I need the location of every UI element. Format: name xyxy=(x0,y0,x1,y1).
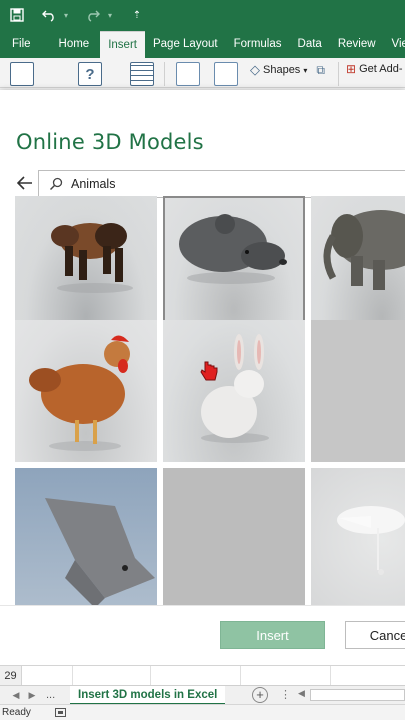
chevron-down-icon: ▾ xyxy=(303,65,308,75)
search-box[interactable] xyxy=(38,170,405,198)
model-tile-flamingo[interactable] xyxy=(311,468,405,605)
sheet-tab-bar: ◀ ▶ ... Insert 3D models in Excel + ⋮ ◀ xyxy=(0,685,405,705)
online-pictures-icon xyxy=(214,62,238,86)
ribbon-body: ? ◇ Shapes ▾ ⧉ ⊞ Get Add- xyxy=(0,58,405,88)
scroll-left-icon[interactable]: ◀ xyxy=(8,690,24,701)
sheet-tab-active[interactable]: Insert 3D models in Excel xyxy=(70,686,226,705)
table-button[interactable] xyxy=(130,62,154,86)
model-tile-rabbit[interactable] xyxy=(163,320,305,462)
tab-page-layout[interactable]: Page Layout xyxy=(145,30,226,58)
recommended-pivot-icon: ? xyxy=(78,62,102,86)
store-icon: ⊞ xyxy=(346,62,357,76)
insert-button[interactable]: Insert xyxy=(220,621,325,649)
pivot-table-button[interactable] xyxy=(10,62,34,86)
recommended-pivot-button[interactable]: ? xyxy=(78,62,102,86)
model-tile-elephant[interactable] xyxy=(311,196,405,338)
tab-review[interactable]: Review xyxy=(330,30,384,58)
dialog-title: Online 3D Models xyxy=(16,130,204,154)
chicken-model xyxy=(29,335,130,451)
shapes-icon: ◇ xyxy=(250,62,260,77)
pictures-icon xyxy=(176,62,200,86)
model-tile-loading[interactable] xyxy=(311,320,405,462)
add-sheet-icon[interactable]: + xyxy=(252,687,268,703)
sheet-grid[interactable]: 29 xyxy=(0,665,405,685)
pictures-button[interactable] xyxy=(176,62,200,86)
get-addins-label: Get Add- xyxy=(359,63,403,75)
excel-window: ▾ ▾ ⇡ File Home Insert Page Layout Formu… xyxy=(0,0,405,720)
macro-record-icon[interactable] xyxy=(54,708,66,717)
shapes-button[interactable]: ◇ Shapes ▾ ⧉ xyxy=(250,62,325,78)
tab-home[interactable]: Home xyxy=(51,30,101,58)
model-tile-chicken[interactable] xyxy=(15,320,157,462)
hand-cursor-icon xyxy=(200,361,218,381)
online-pictures-button[interactable] xyxy=(214,62,238,86)
ribbon-tabs: File Home Insert Page Layout Formulas Da… xyxy=(0,30,405,58)
shapes-label: Shapes xyxy=(263,64,301,76)
model-tile-bear[interactable] xyxy=(15,196,157,338)
tab-formulas[interactable]: Formulas xyxy=(226,30,290,58)
back-arrow-icon xyxy=(17,176,32,190)
model-tile-loading[interactable] xyxy=(163,468,305,605)
chevron-down-icon[interactable]: ▾ xyxy=(62,6,70,24)
undo-icon[interactable] xyxy=(40,6,58,24)
status-bar: Ready xyxy=(0,704,405,720)
search-input[interactable] xyxy=(71,177,371,191)
tab-file[interactable]: File xyxy=(0,30,51,58)
bat-model xyxy=(45,498,155,605)
model-tile-mouse[interactable] xyxy=(163,196,305,338)
get-addins-button[interactable]: ⊞ Get Add- xyxy=(346,62,402,76)
title-bar: ▾ ▾ ⇡ xyxy=(0,0,405,30)
options-icon[interactable]: ⋮ xyxy=(280,688,291,701)
save-icon[interactable] xyxy=(8,6,26,24)
pivot-table-icon xyxy=(10,62,34,86)
scroll-left-icon[interactable]: ◀ xyxy=(298,688,305,699)
model-grid xyxy=(0,196,405,605)
tab-data[interactable]: Data xyxy=(290,30,330,58)
mouse-model xyxy=(179,214,287,284)
model-tile-bat[interactable] xyxy=(15,468,157,605)
online-3d-models-dialog: Online 3D Models Animals Insert Cance xyxy=(0,90,405,665)
cancel-button[interactable]: Cancel xyxy=(345,621,405,649)
status-text: Ready xyxy=(2,707,31,718)
tab-insert[interactable]: Insert xyxy=(100,31,145,58)
icons-icon: ⧉ xyxy=(316,62,325,77)
tab-view[interactable]: View xyxy=(384,30,405,58)
dialog-footer: Insert Cancel xyxy=(0,605,405,665)
customize-icon[interactable]: ⇡ xyxy=(128,6,146,24)
chevron-down-icon[interactable]: ▾ xyxy=(106,6,114,24)
search-icon xyxy=(49,177,63,191)
row-header[interactable]: 29 xyxy=(0,666,22,685)
horizontal-scrollbar[interactable] xyxy=(310,689,405,701)
table-icon xyxy=(130,62,154,86)
rabbit-model xyxy=(201,334,269,443)
flamingo-model xyxy=(337,506,405,575)
back-button[interactable] xyxy=(14,172,36,194)
redo-icon[interactable] xyxy=(84,6,102,24)
bear-model xyxy=(51,223,133,293)
scroll-right-icon[interactable]: ▶ xyxy=(24,690,40,701)
elephant-model xyxy=(323,210,405,290)
more-sheets-button[interactable]: ... xyxy=(46,689,55,701)
